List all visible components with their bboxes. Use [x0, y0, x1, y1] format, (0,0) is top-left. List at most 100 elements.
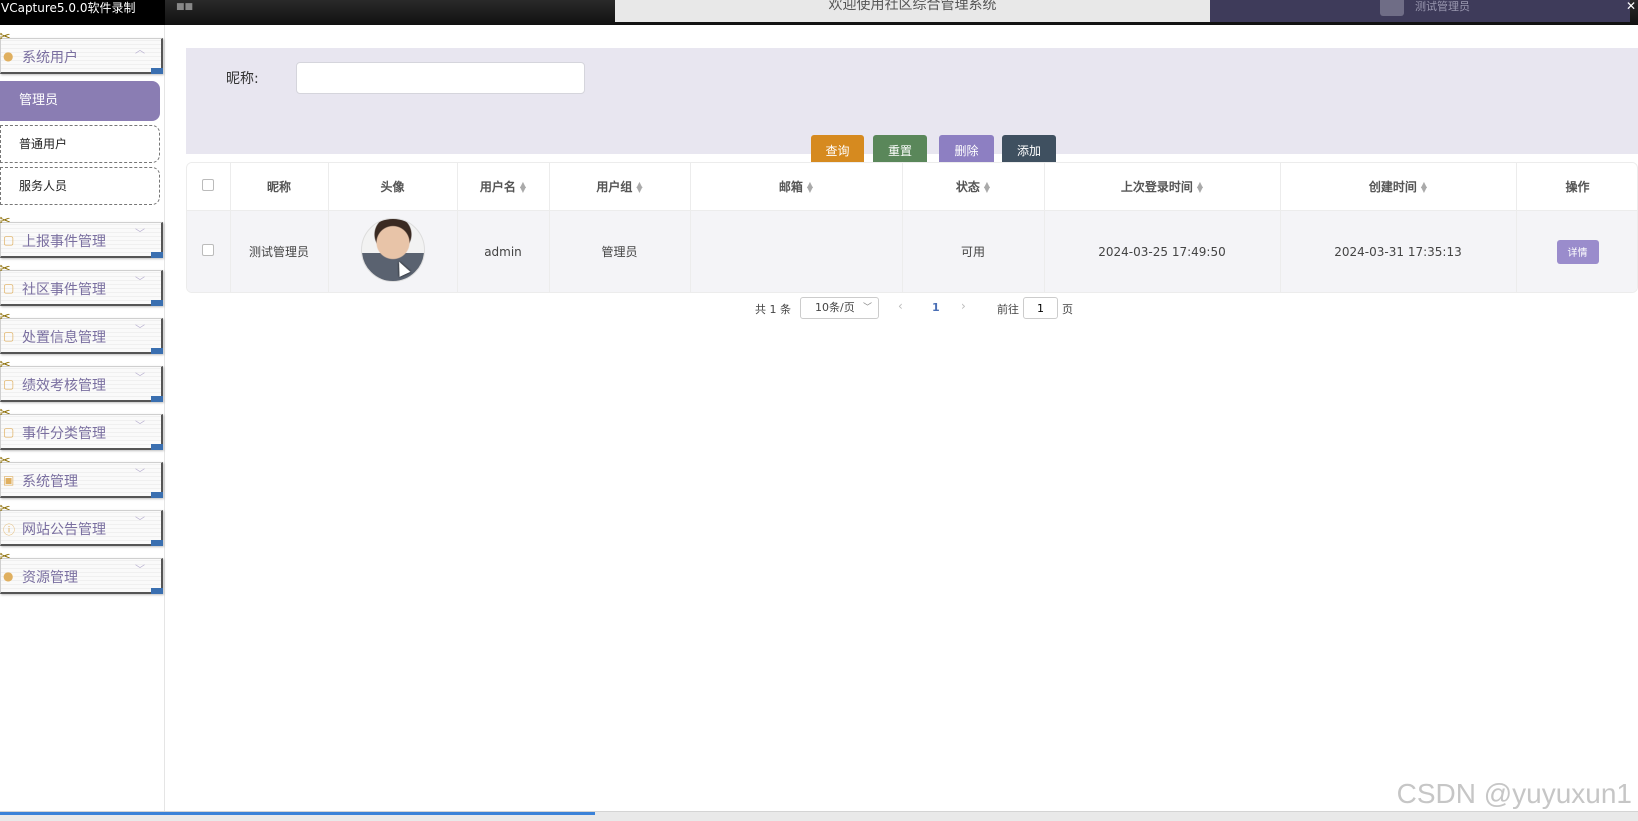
- main-content: 昵称: 查询 重置 删除 添加 昵称 头像 用户名 ▲ ▼ 用户组 ▲ ▼ 邮箱 ▲ ▼: [166, 25, 1638, 816]
- next-page-icon[interactable]: ›: [961, 299, 966, 313]
- page-suffix: 页: [1062, 303, 1073, 316]
- col-avatar: 头像: [328, 163, 458, 211]
- select-all-cell: [187, 163, 231, 211]
- sidebar-group-performance[interactable]: ✂ ▢ 绩效考核管理 ﹀: [0, 357, 163, 402]
- chevron-down-icon: ﹀: [135, 421, 145, 432]
- sidebar-group-label: 上报事件管理: [22, 234, 106, 250]
- doc-icon: ▢: [3, 425, 15, 439]
- grid-icon[interactable]: ■■: [176, 2, 193, 12]
- cell-last-login: 2024-03-25 17:49:50: [1044, 210, 1281, 292]
- prev-page-icon[interactable]: ‹: [898, 299, 903, 313]
- table-header-row: 昵称 头像 用户名 ▲ ▼ 用户组 ▲ ▼ 邮箱 ▲ ▼ 状态 ▲ ▼ 上次登录时间 ▲ ▼ 创建时…: [187, 163, 1637, 211]
- sort-icon[interactable]: ▲ ▼: [636, 181, 642, 194]
- sidebar-group-label: 处置信息管理: [22, 330, 106, 346]
- page-number[interactable]: 1: [932, 301, 940, 314]
- chevron-down-icon: ﹀: [135, 565, 145, 576]
- clip-icon: ✂: [0, 309, 11, 325]
- sort-icon[interactable]: ▲ ▼: [1197, 181, 1203, 194]
- sidebar-group-label: 系统用户: [22, 50, 78, 66]
- col-group[interactable]: 用户组 ▲ ▼: [549, 163, 691, 211]
- clip-icon: ✂: [0, 29, 11, 45]
- recording-progress: [0, 812, 595, 815]
- info-icon: ⓘ: [3, 523, 16, 537]
- col-email-label: 邮箱: [778, 179, 803, 194]
- status-bar: [0, 811, 1638, 821]
- clip-icon: ✂: [0, 357, 11, 373]
- sidebar-group-label: 事件分类管理: [22, 426, 106, 442]
- select-all-checkbox[interactable]: [202, 178, 215, 191]
- goto-page-input[interactable]: [1023, 297, 1058, 319]
- sidebar-group-report-events[interactable]: ✂ ▢ 上报事件管理 ﹀: [0, 213, 163, 258]
- col-username[interactable]: 用户名 ▲ ▼: [457, 163, 550, 211]
- sidebar-group-community-events[interactable]: ✂ ▢ 社区事件管理 ﹀: [0, 261, 163, 306]
- chevron-down-icon: ﹀: [135, 229, 145, 240]
- col-action: 操作: [1516, 163, 1637, 211]
- title-bar: VCapture5.0.0软件录制 ■■ 欢迎使用社区综合管理系统 测试管理员 …: [0, 0, 1638, 25]
- sidebar-item-admin[interactable]: 管理员: [0, 81, 160, 121]
- sidebar-group-disposal-info[interactable]: ✂ ▢ 处置信息管理 ﹀: [0, 309, 163, 354]
- user-icon: ●: [3, 49, 14, 63]
- cell-action: 详情: [1516, 210, 1637, 292]
- cell-nickname: 测试管理员: [230, 210, 329, 292]
- system-title: 欢迎使用社区综合管理系统: [615, 0, 1210, 22]
- sidebar-group-label: 资源管理: [22, 570, 78, 586]
- search-panel: 昵称: 查询 重置 删除 添加: [186, 48, 1638, 165]
- page-size-value: 10条/页: [815, 301, 855, 314]
- col-created[interactable]: 创建时间 ▲ ▼: [1280, 163, 1517, 211]
- recorder-label: VCapture5.0.0软件录制: [0, 0, 165, 25]
- user-avatar-icon[interactable]: [1380, 0, 1404, 16]
- row-select-cell: [187, 210, 231, 292]
- col-status[interactable]: 状态 ▲ ▼: [902, 163, 1045, 211]
- sidebar-group-system-management[interactable]: ✂ ▣ 系统管理 ﹀: [0, 453, 163, 498]
- sidebar-group-resources[interactable]: ✂ ● 资源管理 ﹀: [0, 549, 163, 594]
- clip-icon: ✂: [0, 213, 11, 229]
- bulb-icon: ●: [3, 569, 14, 583]
- sidebar-group-label: 社区事件管理: [22, 282, 106, 298]
- col-status-label: 状态: [955, 179, 980, 194]
- nickname-label: 昵称:: [226, 71, 259, 87]
- chevron-down-icon: ﹀: [135, 469, 145, 480]
- sort-icon[interactable]: ▲ ▼: [1421, 181, 1427, 194]
- cell-created: 2024-03-31 17:35:13: [1280, 210, 1517, 292]
- doc-icon: ▢: [3, 377, 15, 391]
- col-email[interactable]: 邮箱 ▲ ▼: [690, 163, 903, 211]
- col-last-login[interactable]: 上次登录时间 ▲ ▼: [1044, 163, 1281, 211]
- col-last-login-label: 上次登录时间: [1120, 179, 1193, 194]
- sort-icon[interactable]: ▲ ▼: [520, 181, 526, 194]
- delete-button[interactable]: 删除: [939, 135, 994, 165]
- chevron-down-icon: ﹀: [135, 517, 145, 528]
- cell-group: 管理员: [549, 210, 691, 292]
- sidebar: ✂ ● 系统用户 ︿ 管理员 普通用户 服务人员 ✂ ▢ 上报事件管理 ﹀ ✂ …: [0, 25, 165, 816]
- reset-button[interactable]: 重置: [873, 135, 927, 165]
- clip-icon: ✂: [0, 453, 11, 469]
- sidebar-item-normal-user[interactable]: 普通用户: [0, 125, 160, 163]
- sidebar-group-event-category[interactable]: ✂ ▢ 事件分类管理 ﹀: [0, 405, 163, 450]
- col-group-label: 用户组: [596, 179, 633, 194]
- sidebar-group-system-users[interactable]: ✂ ● 系统用户 ︿: [0, 29, 163, 74]
- query-button[interactable]: 查询: [811, 135, 864, 165]
- doc-icon: ▢: [3, 281, 15, 295]
- row-checkbox[interactable]: [202, 244, 215, 257]
- nickname-input[interactable]: [296, 62, 585, 94]
- detail-button[interactable]: 详情: [1556, 239, 1599, 264]
- chevron-down-icon: ﹀: [135, 325, 145, 336]
- page-size-select[interactable]: 10条/页 ﹀: [800, 297, 879, 319]
- sidebar-group-label: 系统管理: [22, 474, 78, 490]
- user-name: 测试管理员: [1415, 0, 1470, 13]
- sort-icon[interactable]: ▲ ▼: [807, 181, 813, 194]
- clip-icon: ✂: [0, 405, 11, 421]
- add-button[interactable]: 添加: [1002, 135, 1056, 165]
- doc-icon: ▢: [3, 233, 15, 247]
- sidebar-item-service-staff[interactable]: 服务人员: [0, 167, 160, 205]
- goto-label: 前往: [997, 303, 1019, 316]
- sort-icon[interactable]: ▲ ▼: [984, 181, 990, 194]
- sidebar-group-announcements[interactable]: ✂ ⓘ 网站公告管理 ﹀: [0, 501, 163, 546]
- avatar[interactable]: [360, 218, 425, 283]
- cell-email: [690, 210, 903, 292]
- cell-username: admin: [457, 210, 550, 292]
- close-icon[interactable]: ✕: [1626, 0, 1638, 12]
- chevron-down-icon: ﹀: [862, 303, 872, 313]
- user-area[interactable]: 测试管理员: [1210, 0, 1630, 22]
- cell-avatar: [328, 210, 458, 292]
- clip-icon: ✂: [0, 501, 11, 517]
